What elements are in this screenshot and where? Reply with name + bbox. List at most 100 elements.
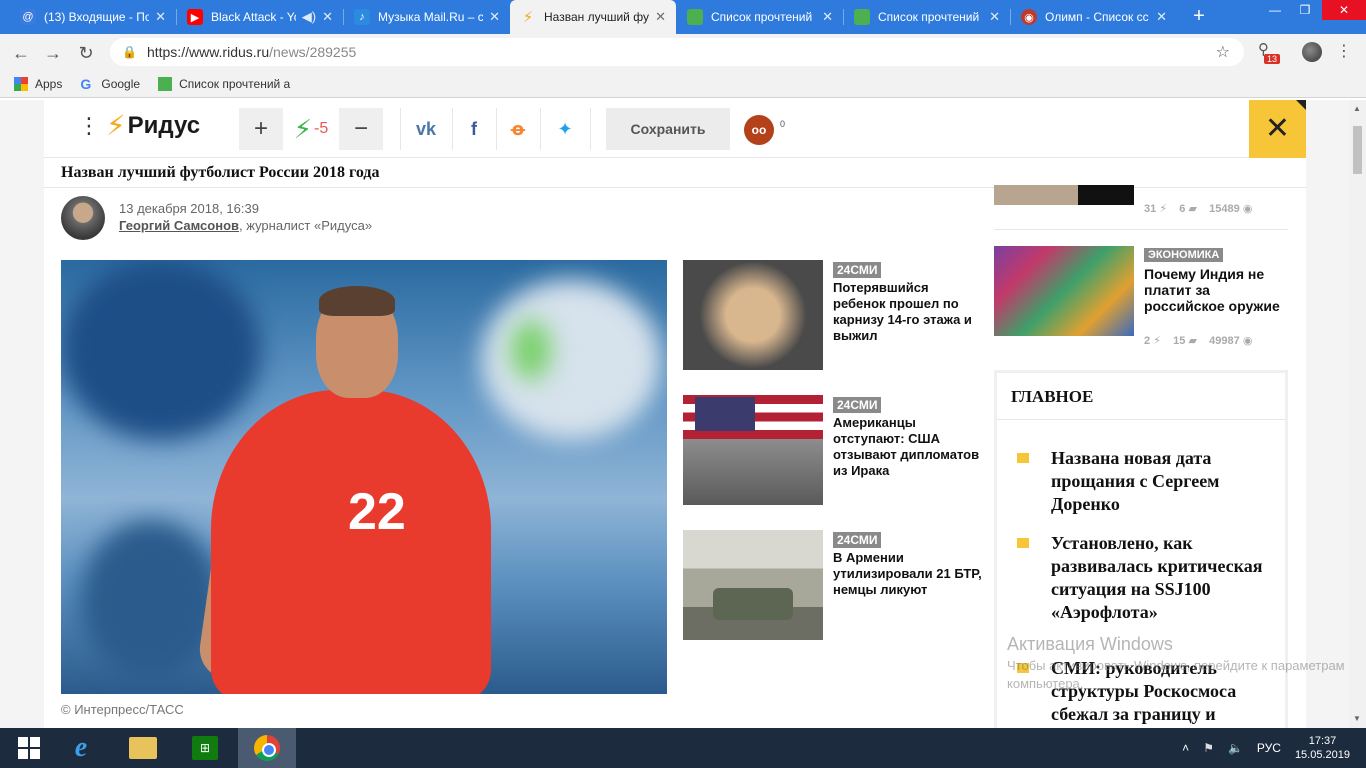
language-indicator[interactable]: РУС [1257,741,1281,755]
volume-icon[interactable]: 🔈 [1228,741,1243,755]
main-news-title[interactable]: Установлено, как развивалась критическая… [1051,532,1275,624]
related-item[interactable]: 24СМИ Потерявшийся ребенок прошел по кар… [683,260,983,370]
source-tag[interactable]: 24СМИ [833,397,882,413]
green-bolt-icon: ⚡ [293,113,313,144]
start-button[interactable] [0,728,58,768]
related-item[interactable]: 24СМИ В Армении утилизировали 21 БТР, не… [683,530,983,640]
odnoklassniki-share-icon[interactable]: ꝋ [494,108,542,150]
related-thumbnail[interactable] [683,260,823,370]
clock[interactable]: 17:37 15.05.2019 [1295,734,1350,762]
bolt-count: 31 [1144,203,1157,215]
tab-close-icon[interactable]: ✕ [1156,9,1167,25]
restore-button[interactable]: ❐ [1290,0,1320,20]
bookmark-star-icon[interactable]: ☆ [1216,42,1230,62]
comment-count: 15 [1173,335,1186,347]
tab-close-icon[interactable]: ✕ [989,9,1000,25]
divider [590,108,591,150]
author-link[interactable]: Георгий Самсонов [119,218,239,233]
publication-date: 13 декабря 2018, 16:39 [119,201,259,216]
related-item[interactable]: 24СМИ Американцы отступают: США отзывают… [683,395,983,505]
windows-activation-watermark: Активация Windows Чтобы активировать Win… [1007,634,1347,693]
photo-background [511,320,551,380]
source-tag[interactable]: 24СМИ [833,262,882,278]
tab-mail-music[interactable]: ♪ Музыка Mail.Ru – с ✕ [344,0,510,34]
vk-share-icon[interactable]: vk [402,108,450,150]
author-role: , журналист «Ридуса» [239,218,373,233]
main-news-title[interactable]: Названа новая дата прощания с Сергеем До… [1051,447,1275,516]
comment-icon: ▰ [1188,203,1197,215]
view-count: 49987 [1209,335,1240,347]
taskbar-explorer[interactable] [114,728,172,768]
twitter-share-icon[interactable]: ✦ [541,108,589,150]
window-close-button[interactable]: ✕ [1322,0,1366,20]
browser-menu-icon[interactable]: ⋮ [1336,41,1352,61]
tab-close-icon[interactable]: ✕ [822,9,833,25]
player-shirt [211,390,491,694]
tab-reading-list-2[interactable]: Список прочтений ✕ [844,0,1010,34]
tab-reading-list-1[interactable]: Список прочтений ✕ [677,0,843,34]
related-title[interactable]: Американцы отступают: США отзывают дипло… [833,415,983,479]
tab-ridus-active[interactable]: ⚡ Назван лучший фу ✕ [510,0,676,34]
new-tab-button[interactable]: + [1188,5,1210,27]
olimp-icon: ◉ [1021,9,1037,25]
corner-triangle [1296,100,1306,110]
source-tag[interactable]: 24СМИ [833,532,882,548]
related-title[interactable]: В Армении утилизировали 21 БТР, немцы ли… [833,550,983,598]
sidebar-thumbnail[interactable] [994,246,1134,336]
lock-icon: 🔒 [122,45,137,59]
bookmark-apps[interactable]: Apps [14,76,62,91]
tab-black-attack[interactable]: ▶ Black Attack - Yo ◀︎) ✕ [177,0,343,34]
tab-olimp[interactable]: ◉ Олимп - Список сс ✕ [1011,0,1177,34]
reading-glasses-icon[interactable]: oo [744,115,774,145]
windows-taskbar: e ⊞ ˄ ⚑ 🔈 РУС 17:37 15.05.2019 [0,728,1366,768]
bolt-icon: ⚡ [1159,203,1168,215]
forward-button[interactable]: → [40,40,66,66]
rating-plus-button[interactable]: + [239,108,283,150]
reload-button[interactable]: ↻ [73,40,99,66]
back-button[interactable]: ← [8,40,34,66]
tab-close-icon[interactable]: ✕ [155,9,166,25]
bullet-marker-icon [1017,453,1029,463]
page-scrollbar[interactable]: ▲ ▼ [1349,100,1366,728]
network-icon[interactable]: ⚑ [1203,741,1214,755]
mail-music-icon: ♪ [354,9,370,25]
tab-close-icon[interactable]: ✕ [322,9,333,25]
ridus-bolt-icon: ⚡ [522,9,534,26]
site-menu-icon[interactable]: ⋮ [78,115,100,137]
related-title[interactable]: Потерявшийся ребенок прошел по карнизу 1… [833,280,983,344]
store-icon: ⊞ [192,736,218,760]
taskbar-store[interactable]: ⊞ [176,728,234,768]
sidebar-item[interactable]: ЭКОНОМИКА Почему Индия не платит за росс… [994,246,1288,356]
rating-minus-button[interactable]: − [339,108,383,150]
bolt-icon: ⚡ [1153,335,1161,347]
tab-title: Список прочтений [878,10,980,24]
save-button[interactable]: Сохранить [606,108,730,150]
scroll-down-arrow-icon[interactable]: ▼ [1353,714,1361,723]
sidebar-title[interactable]: Почему Индия не платит за российское ору… [1144,266,1289,314]
taskbar-ie[interactable]: e [52,728,110,768]
apps-grid-icon [14,76,28,91]
scroll-up-arrow-icon[interactable]: ▲ [1353,104,1361,113]
profile-avatar[interactable] [1302,42,1322,62]
bookmark-google[interactable]: G Google [80,77,140,91]
tab-mail-inbox[interactable]: @ (13) Входящие - По ✕ [10,0,176,34]
minimize-button[interactable]: — [1260,0,1290,20]
page-viewport: ⋮ ⚡ Ридус + ⚡ -5 − vk f ꝋ ✦ Сохранить oo… [0,100,1366,728]
photo-background [61,260,261,440]
logo-text: Ридус [127,112,201,139]
scroll-thumb[interactable] [1353,126,1362,174]
file-explorer-icon [129,737,157,759]
chrome-icon [254,735,280,761]
related-thumbnail[interactable] [683,530,823,640]
category-tag[interactable]: ЭКОНОМИКА [1144,248,1224,262]
site-logo[interactable]: ⚡ Ридус [106,112,200,140]
author-avatar[interactable] [61,196,105,240]
bookmark-label: Список прочтений а [179,76,291,91]
bookmark-reading-list[interactable]: Список прочтений а [158,76,291,91]
tray-overflow-icon[interactable]: ˄ [1182,741,1189,755]
tab-close-icon[interactable]: ✕ [655,9,666,25]
facebook-share-icon[interactable]: f [450,108,498,150]
taskbar-chrome[interactable] [238,728,296,768]
address-bar[interactable]: 🔒 https://www.ridus.ru/news/289255 ☆ [110,38,1244,66]
tab-close-icon[interactable]: ✕ [489,9,500,25]
